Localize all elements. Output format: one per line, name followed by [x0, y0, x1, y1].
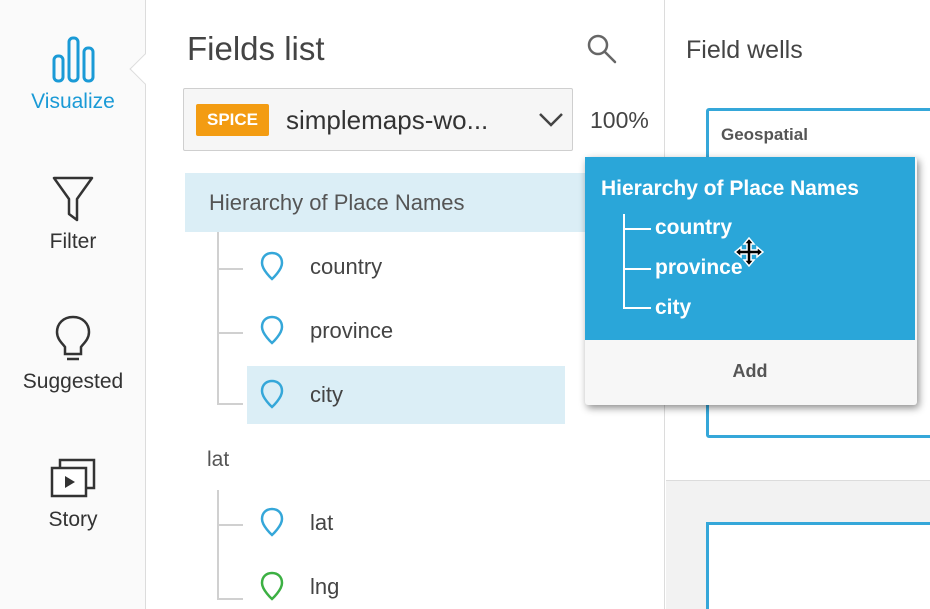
fields-list-title: Fields list [187, 30, 325, 67]
hierarchy-header[interactable]: Hierarchy of Place Names [185, 173, 585, 232]
nav-filter-label: Filter [49, 230, 97, 253]
geo-pin-icon [260, 379, 284, 409]
tree-connector [217, 524, 243, 526]
tree-connector [623, 268, 651, 270]
drag-item-province: province [655, 256, 743, 279]
filter-icon [52, 176, 94, 222]
add-button[interactable]: Add [585, 340, 915, 405]
hierarchy-name: Hierarchy of Place Names [209, 190, 465, 215]
field-name: lng [310, 574, 340, 599]
geo-pin-icon [260, 571, 284, 601]
field-name: lat [310, 510, 334, 535]
tree-connector [217, 490, 219, 600]
nav-suggested-label: Suggested [22, 370, 124, 393]
nav-story-label: Story [48, 508, 98, 531]
field-country[interactable]: country [247, 238, 565, 296]
geospatial-label: Geospatial [721, 125, 808, 144]
tree-connector [217, 598, 243, 600]
field-lat[interactable]: lat [247, 494, 565, 552]
drag-item-country: country [655, 216, 733, 239]
move-cursor-icon [734, 237, 764, 267]
left-nav: Visualize Filter Suggested Story [0, 0, 161, 609]
geo-pin-icon [260, 507, 284, 537]
story-icon [50, 458, 96, 498]
drag-preview-card[interactable]: Hierarchy of Place Names country provinc… [585, 157, 917, 405]
field-name: province [310, 318, 394, 343]
drag-item-city: city [655, 296, 692, 319]
group-label: lat [207, 448, 230, 471]
geo-pin-icon [260, 315, 284, 345]
nav-visualize[interactable]: Visualize [0, 34, 146, 114]
chevron-down-icon [539, 113, 563, 127]
nav-visualize-label: Visualize [31, 90, 115, 113]
field-lng[interactable]: lng [247, 558, 565, 609]
field-name: country [310, 254, 383, 279]
search-icon[interactable] [585, 32, 619, 66]
drag-hierarchy-title: Hierarchy of Place Names [601, 177, 859, 200]
tree-connector [217, 403, 243, 405]
tree-connector [217, 232, 219, 404]
dataset-selector[interactable]: SPICE simplemaps-wo... [183, 88, 573, 151]
field-city[interactable]: city [247, 366, 565, 424]
tree-connector [623, 228, 651, 230]
field-name: city [310, 382, 343, 407]
nav-filter[interactable]: Filter [0, 174, 146, 254]
spice-badge: SPICE [196, 104, 270, 136]
field-province[interactable]: province [247, 302, 565, 360]
tree-connector [217, 268, 243, 270]
dataset-name: simplemaps-wo... [286, 105, 489, 135]
nav-story[interactable]: Story [0, 456, 146, 532]
spice-percent: 100% [590, 107, 649, 133]
tree-connector [217, 332, 243, 334]
bar-chart-icon [52, 36, 95, 83]
geo-pin-icon [260, 251, 284, 281]
visual-placeholder[interactable] [706, 522, 930, 609]
field-wells-title: Field wells [686, 36, 803, 64]
nav-suggested[interactable]: Suggested [0, 314, 146, 394]
lightbulb-icon [55, 315, 91, 361]
tree-connector [623, 307, 651, 309]
